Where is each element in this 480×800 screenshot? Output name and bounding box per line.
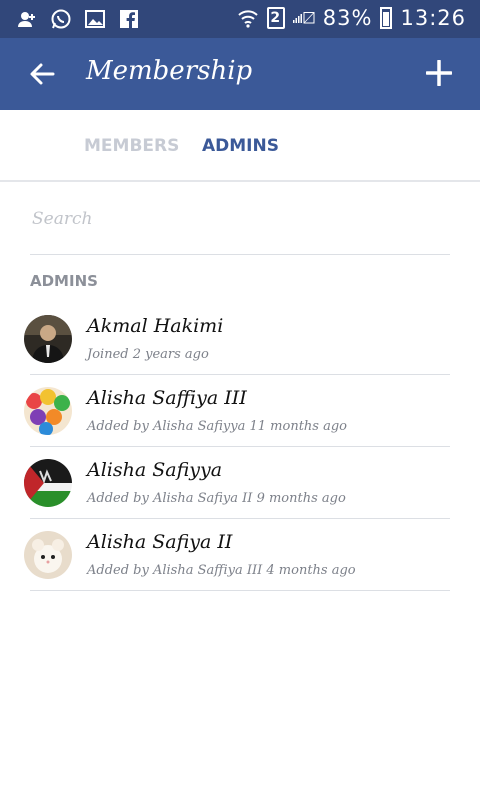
clock: 13:26 xyxy=(400,6,466,30)
whatsapp-icon xyxy=(50,8,72,30)
plus-icon[interactable] xyxy=(425,59,453,87)
page-title: Membership xyxy=(86,56,253,86)
notification-icons xyxy=(16,8,140,30)
status-bar: 2 83% 13:26 xyxy=(0,0,480,38)
admin-name: Alisha Safiya II xyxy=(87,531,233,553)
battery-icon xyxy=(380,7,393,29)
admin-detail: Added by Alisha Safiya II 9 months ago xyxy=(87,491,346,506)
admin-detail: Added by Alisha Saffiya III 4 months ago xyxy=(87,563,356,578)
divider xyxy=(30,590,450,591)
list-item[interactable]: Akmal Hakimi Joined 2 years ago xyxy=(0,303,480,375)
list-item[interactable]: Alisha Safiya II Added by Alisha Saffiya… xyxy=(0,519,480,591)
search-input[interactable] xyxy=(30,200,454,238)
section-header: ADMINS xyxy=(30,272,98,290)
admin-name: Alisha Safiyya xyxy=(87,459,223,481)
system-indicators: 2 83% 13:26 xyxy=(237,6,466,30)
avatar xyxy=(24,531,72,579)
list-item[interactable]: Alisha Safiyya Added by Alisha Safiya II… xyxy=(0,447,480,519)
search-box xyxy=(30,200,454,255)
gallery-icon xyxy=(84,8,106,30)
person-add-icon xyxy=(16,8,38,30)
avatar xyxy=(24,315,72,363)
wifi-icon xyxy=(237,7,259,29)
admin-list: Akmal Hakimi Joined 2 years ago Alisha S… xyxy=(0,303,480,591)
facebook-icon xyxy=(118,8,140,30)
admin-detail: Added by Alisha Safiyya 11 months ago xyxy=(87,419,348,434)
tab-bar: MEMBERS ADMINS xyxy=(0,110,480,182)
signal-icon xyxy=(292,7,315,29)
list-item[interactable]: Alisha Saffiya III Added by Alisha Safiy… xyxy=(0,375,480,447)
sim-icon: 2 xyxy=(266,7,285,29)
admin-detail: Joined 2 years ago xyxy=(87,347,209,362)
admin-name: Akmal Hakimi xyxy=(87,315,224,337)
tab-admins[interactable]: ADMINS xyxy=(202,136,279,156)
admin-name: Alisha Saffiya III xyxy=(87,387,247,409)
avatar xyxy=(24,387,72,435)
app-bar: Membership xyxy=(0,38,480,110)
battery-percent: 83% xyxy=(322,6,373,30)
arrow-left-icon[interactable] xyxy=(28,60,56,88)
tab-members[interactable]: MEMBERS xyxy=(84,136,179,156)
avatar xyxy=(24,459,72,507)
